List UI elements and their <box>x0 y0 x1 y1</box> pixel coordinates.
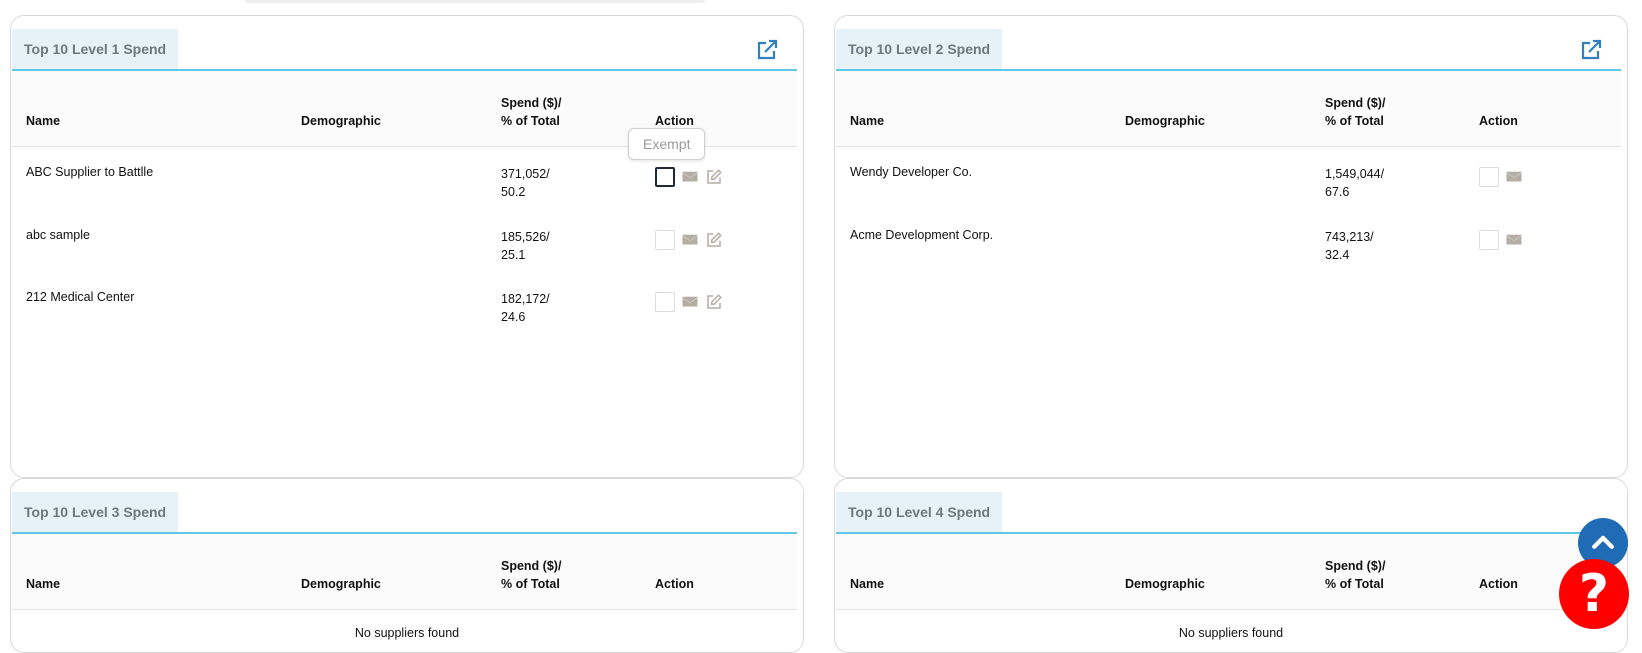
table-row: 212 Medical Center 182,172/24.6 <box>12 290 797 350</box>
supplier-name: abc sample <box>26 228 90 242</box>
spend-amount: 371,052/ <box>501 167 550 181</box>
question-mark-icon: ? <box>1578 564 1610 624</box>
column-header-name[interactable]: Name <box>850 575 884 593</box>
panel-header: Top 10 Level 4 Spend <box>836 492 1621 534</box>
panel-level-2: Top 10 Level 2 Spend Name Demographic Sp… <box>834 15 1628 478</box>
spend-percent: 24.6 <box>501 310 526 324</box>
column-header-name[interactable]: Name <box>26 575 60 593</box>
table-row: Acme Development Corp. 743,213/32.4 <box>836 228 1621 288</box>
envelope-icon[interactable] <box>1505 231 1523 249</box>
spend-amount: 182,172/ <box>501 292 550 306</box>
spend-value: 1,549,044/67.6 <box>1325 165 1384 201</box>
envelope-icon[interactable] <box>681 231 699 249</box>
envelope-icon[interactable] <box>681 168 699 186</box>
table-header: Name Demographic Spend ($)/ % of Total Ac… <box>12 534 797 610</box>
spend-amount: 1,549,044/ <box>1325 167 1385 181</box>
row-actions <box>655 165 723 189</box>
edit-icon[interactable] <box>705 168 723 186</box>
column-header-demographic[interactable]: Demographic <box>1125 112 1205 130</box>
supplier-name: Wendy Developer Co. <box>850 165 973 179</box>
column-header-action: Action <box>655 577 694 591</box>
column-header-spend[interactable]: Spend ($)/ % of Total <box>1325 557 1385 593</box>
column-header-name[interactable]: Name <box>26 112 60 130</box>
row-actions <box>655 228 723 252</box>
column-header-action: Action <box>1479 577 1518 591</box>
column-header-name[interactable]: Name <box>850 112 884 130</box>
spend-value: 185,526/25.1 <box>501 228 550 264</box>
spend-header-line1: Spend ($)/ <box>501 559 562 573</box>
spend-percent: 50.2 <box>501 185 526 199</box>
panel-level-4: Top 10 Level 4 Spend Name Demographic Sp… <box>834 478 1628 653</box>
spend-amount: 185,526/ <box>501 230 550 244</box>
spend-header-line1: Spend ($)/ <box>501 96 562 110</box>
table-header: Name Demographic Spend ($)/ % of Total Ac… <box>836 71 1621 147</box>
spend-header-line1: Spend ($)/ <box>1325 96 1386 110</box>
spend-percent: 67.6 <box>1325 185 1350 199</box>
panel-title: Top 10 Level 3 Spend <box>12 492 179 532</box>
table-header: Name Demographic Spend ($)/ % of Total Ac… <box>836 534 1621 610</box>
external-link-icon[interactable] <box>1579 38 1603 62</box>
exempt-checkbox[interactable] <box>1479 167 1499 187</box>
top-search-bar-edge <box>245 0 705 3</box>
row-actions <box>1479 165 1523 189</box>
table-row: abc sample 185,526/25.1 <box>12 228 797 288</box>
empty-state-text: No suppliers found <box>354 626 460 640</box>
spend-value: 182,172/24.6 <box>501 290 550 326</box>
spend-header-line1: Spend ($)/ <box>1325 559 1386 573</box>
panel-level-3: Top 10 Level 3 Spend Name Demographic Sp… <box>10 478 804 653</box>
exempt-tooltip: Exempt <box>628 128 706 160</box>
panel-header: Top 10 Level 2 Spend <box>836 29 1621 71</box>
spend-value: 743,213/32.4 <box>1325 228 1374 264</box>
exempt-checkbox[interactable] <box>1479 230 1499 250</box>
row-actions <box>1479 228 1523 252</box>
edit-icon[interactable] <box>705 293 723 311</box>
column-header-demographic[interactable]: Demographic <box>1125 575 1205 593</box>
panel-level-1: Top 10 Level 1 Spend Name Demographic Sp… <box>10 15 804 478</box>
supplier-name: 212 Medical Center <box>26 290 135 304</box>
panel-header: Top 10 Level 3 Spend <box>12 492 797 534</box>
exempt-checkbox[interactable] <box>655 230 675 250</box>
envelope-icon[interactable] <box>681 293 699 311</box>
column-header-spend[interactable]: Spend ($)/ % of Total <box>1325 94 1385 130</box>
spend-value: 371,052/50.2 <box>501 165 550 201</box>
edit-icon[interactable] <box>705 231 723 249</box>
column-header-demographic[interactable]: Demographic <box>301 112 381 130</box>
spend-percent: 32.4 <box>1325 248 1350 262</box>
column-header-action: Action <box>1479 114 1518 128</box>
spend-amount: 743,213/ <box>1325 230 1374 244</box>
exempt-checkbox[interactable] <box>655 167 675 187</box>
panel-title: Top 10 Level 1 Spend <box>12 29 179 69</box>
column-header-spend[interactable]: Spend ($)/ % of Total <box>501 94 561 130</box>
supplier-name: ABC Supplier to Battlle <box>26 165 154 179</box>
spend-header-line2: % of Total <box>1325 114 1384 128</box>
empty-state-text: No suppliers found <box>1178 626 1284 640</box>
supplier-name: Acme Development Corp. <box>850 228 994 242</box>
panel-header: Top 10 Level 1 Spend <box>12 29 797 71</box>
table-row: Wendy Developer Co. 1,549,044/67.6 <box>836 165 1621 225</box>
external-link-icon[interactable] <box>755 38 779 62</box>
column-header-spend[interactable]: Spend ($)/ % of Total <box>501 557 561 593</box>
envelope-icon[interactable] <box>1505 168 1523 186</box>
table-row: ABC Supplier to Battlle 371,052/50.2 <box>12 165 797 225</box>
spend-header-line2: % of Total <box>501 577 560 591</box>
row-actions <box>655 290 723 314</box>
chevron-up-icon <box>1592 535 1614 549</box>
spend-header-line2: % of Total <box>1325 577 1384 591</box>
exempt-checkbox[interactable] <box>655 292 675 312</box>
column-header-demographic[interactable]: Demographic <box>301 575 381 593</box>
spend-percent: 25.1 <box>501 248 526 262</box>
panel-title: Top 10 Level 4 Spend <box>836 492 1003 532</box>
panel-title: Top 10 Level 2 Spend <box>836 29 1003 69</box>
help-button[interactable]: ? <box>1559 559 1629 629</box>
spend-header-line2: % of Total <box>501 114 560 128</box>
